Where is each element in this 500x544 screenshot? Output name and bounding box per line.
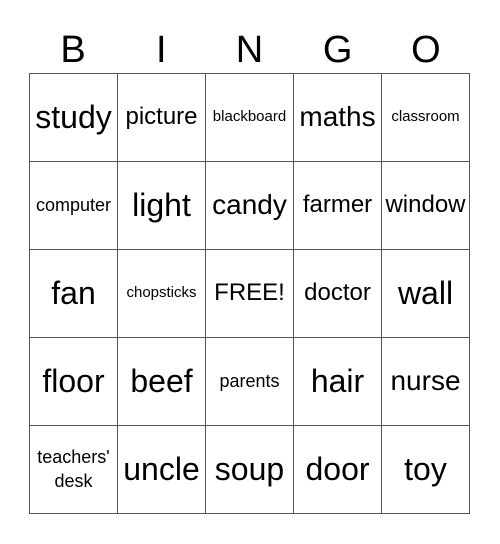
header-letter-b: B: [60, 29, 86, 71]
bingo-cell[interactable]: fan: [30, 250, 118, 338]
bingo-cell[interactable]: chopsticks: [118, 250, 206, 338]
bingo-cell[interactable]: blackboard: [206, 74, 294, 162]
bingo-cell[interactable]: soup: [206, 426, 294, 514]
bingo-cell[interactable]: farmer: [294, 162, 382, 250]
bingo-header: B I N G O: [29, 28, 470, 72]
bingo-cell[interactable]: classroom: [382, 74, 470, 162]
bingo-cell[interactable]: light: [118, 162, 206, 250]
bingo-grid: study picture blackboard maths classroom…: [29, 73, 470, 514]
bingo-cell[interactable]: maths: [294, 74, 382, 162]
bingo-cell[interactable]: picture: [118, 74, 206, 162]
bingo-cell[interactable]: toy: [382, 426, 470, 514]
bingo-cell[interactable]: candy: [206, 162, 294, 250]
header-letter-o: O: [411, 29, 441, 71]
bingo-cell[interactable]: computer: [30, 162, 118, 250]
bingo-cell[interactable]: window: [382, 162, 470, 250]
bingo-cell[interactable]: beef: [118, 338, 206, 426]
bingo-cell[interactable]: doctor: [294, 250, 382, 338]
free-space-cell[interactable]: FREE!: [206, 250, 294, 338]
header-letter-n: N: [235, 29, 264, 71]
bingo-cell[interactable]: door: [294, 426, 382, 514]
bingo-cell[interactable]: floor: [30, 338, 118, 426]
bingo-cell[interactable]: nurse: [382, 338, 470, 426]
bingo-cell[interactable]: hair: [294, 338, 382, 426]
bingo-cell[interactable]: study: [30, 74, 118, 162]
header-letter-g: G: [322, 29, 353, 71]
bingo-cell[interactable]: parents: [206, 338, 294, 426]
bingo-cell[interactable]: wall: [382, 250, 470, 338]
bingo-cell[interactable]: uncle: [118, 426, 206, 514]
header-letter-i: I: [156, 29, 167, 71]
bingo-cell[interactable]: teachers' desk: [30, 426, 118, 514]
